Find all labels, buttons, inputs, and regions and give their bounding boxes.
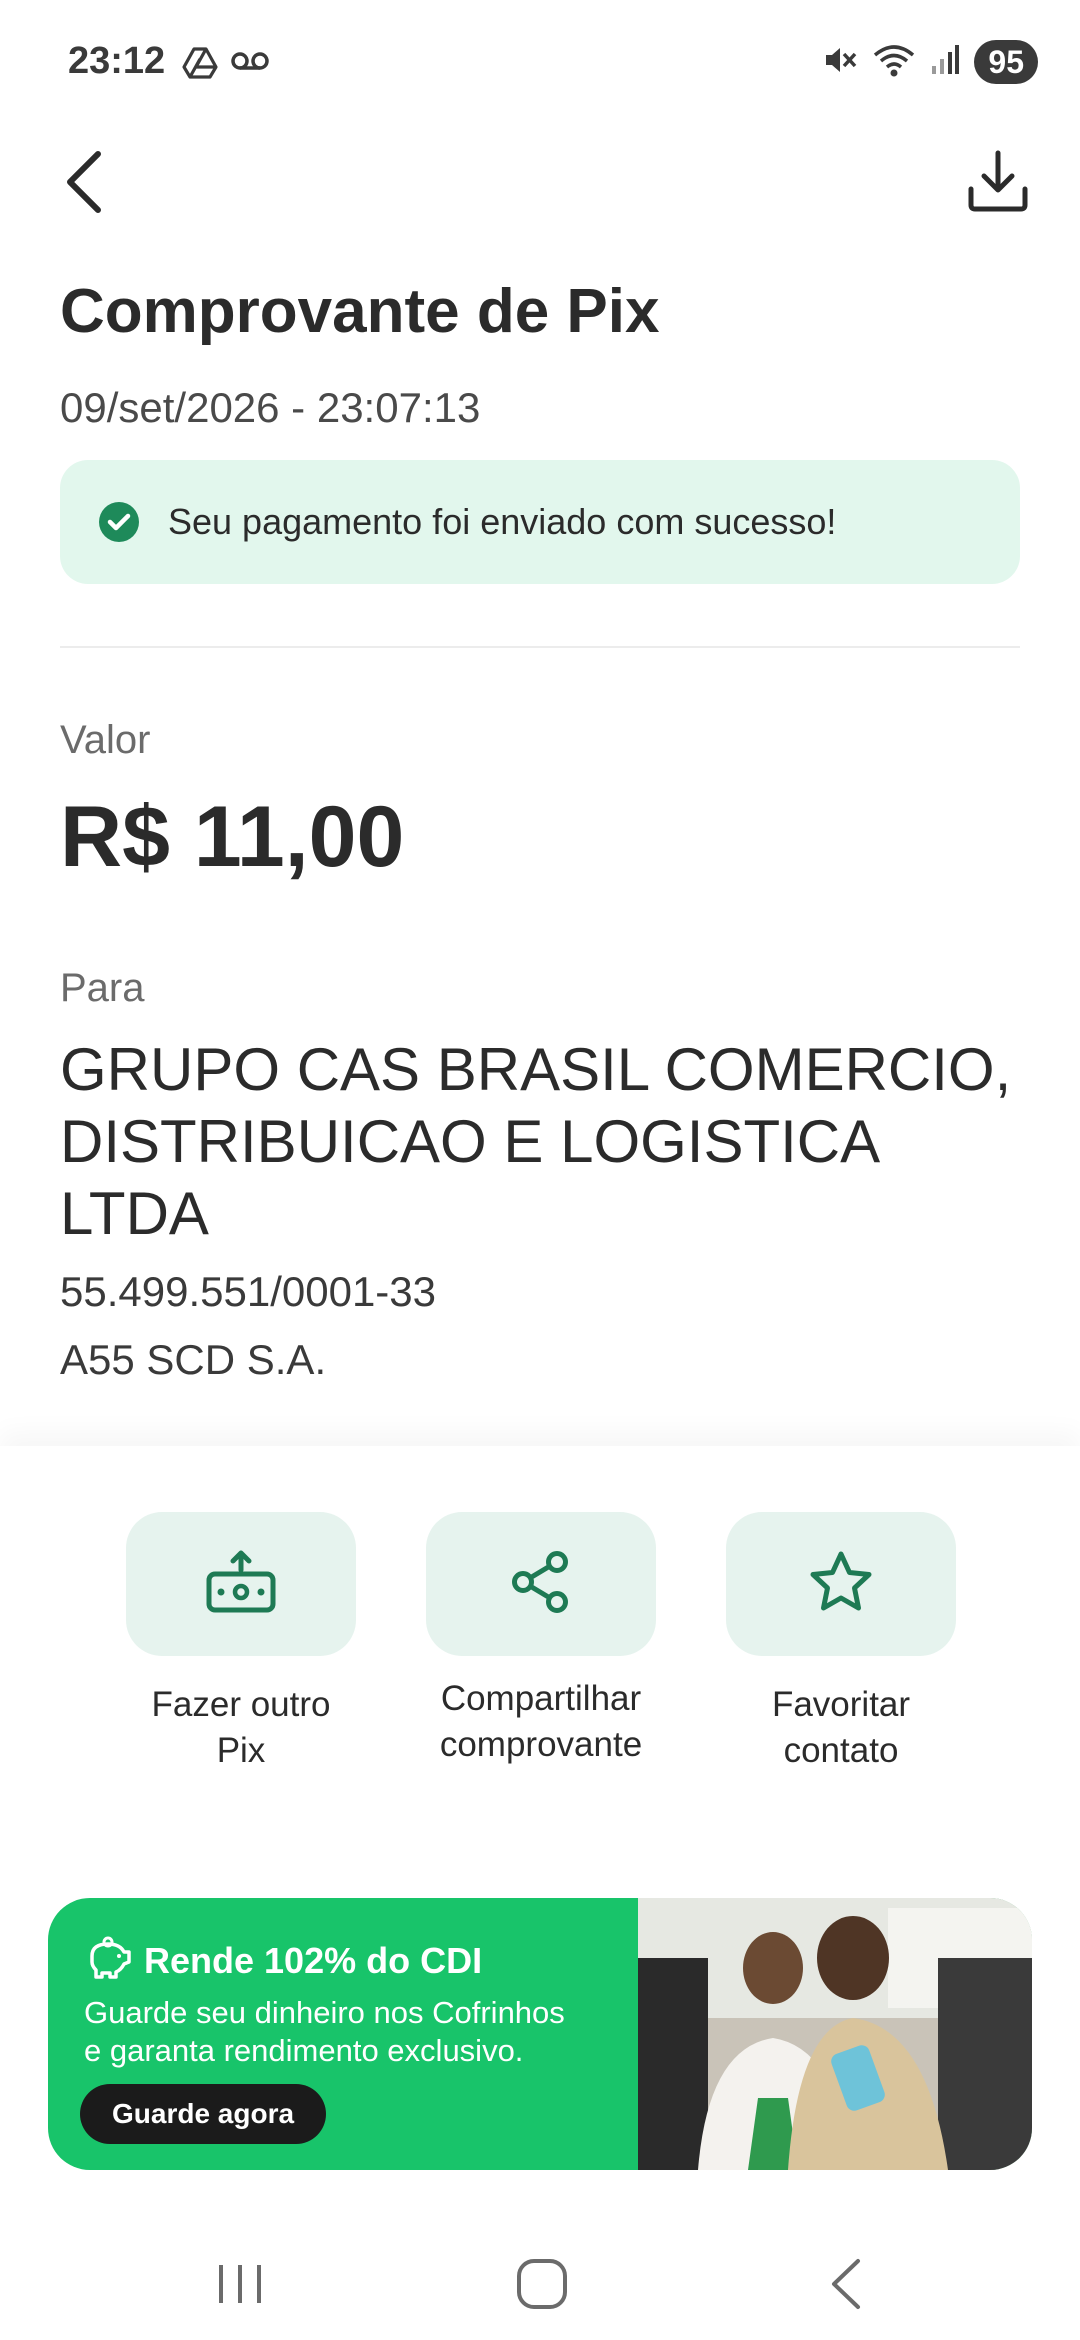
action-share[interactable]: Compartilhar comprovante [426, 1512, 656, 1768]
divider [60, 646, 1020, 648]
voicemail-icon [230, 46, 270, 85]
back-icon [826, 2257, 866, 2316]
battery-indicator: 95 [974, 40, 1038, 84]
promo-banner[interactable]: Rende 102% do CDI Guarde seu dinheiro no… [48, 1898, 1032, 2170]
page-title: Comprovante de Pix [60, 277, 660, 346]
promo-description: Guarde seu dinheiro nos Cofrinhos e gara… [84, 1995, 565, 2068]
promo-photo [638, 1898, 1032, 2170]
status-time: 23:12 [68, 40, 166, 82]
signal-icon [930, 44, 960, 81]
share-icon [509, 1550, 573, 1619]
download-icon [966, 149, 1030, 218]
recipient-document: 55.499.551/0001-33 [60, 1268, 437, 1315]
mute-icon [822, 43, 858, 82]
promo-title: Rende 102% do CDI [144, 1940, 483, 1981]
chevron-left-icon [64, 150, 104, 219]
share-button[interactable] [426, 1512, 656, 1656]
status-bar: 23:12 95 [0, 0, 1080, 126]
action-favorite[interactable]: Favoritar contato [726, 1512, 956, 1774]
status-icons-right: 95 [822, 40, 1038, 84]
amount-value: R$ 11,00 [60, 789, 405, 885]
system-nav-bar [0, 2220, 1080, 2340]
new-pix-label: Fazer outro Pix [151, 1685, 331, 1770]
wifi-icon [872, 43, 916, 82]
back-button[interactable] [52, 148, 116, 220]
amount-label: Valor [60, 718, 151, 762]
recipient-label: Para [60, 966, 145, 1010]
success-banner: Seu pagamento foi enviado com sucesso! [60, 460, 1020, 584]
download-button[interactable] [960, 145, 1036, 221]
promo-cta-button[interactable]: Guarde agora [80, 2084, 327, 2144]
check-circle-icon [98, 501, 140, 543]
status-icons-left [182, 46, 270, 85]
favorite-button[interactable] [726, 1512, 956, 1656]
action-new-pix[interactable]: Fazer outro Pix [126, 1512, 356, 1774]
favorite-label: Favoritar contato [771, 1685, 911, 1770]
recent-apps-button[interactable] [200, 2246, 280, 2326]
star-icon [809, 1550, 873, 1619]
piggy-bank-icon [84, 1936, 132, 1985]
drive-icon [182, 46, 218, 85]
home-button[interactable] [502, 2246, 582, 2326]
transaction-datetime: 09/set/2026 - 23:07:13 [60, 384, 481, 431]
home-icon [515, 2257, 569, 2316]
recipient-institution: A55 SCD S.A. [60, 1336, 327, 1383]
recent-apps-icon [215, 2259, 265, 2314]
system-back-button[interactable] [806, 2246, 886, 2326]
recipient-name: GRUPO CAS BRASIL COMERCIO, DISTRIBUICAO … [60, 1036, 1012, 1247]
share-label: Compartilhar comprovante [439, 1679, 643, 1764]
success-message: Seu pagamento foi enviado com sucesso! [168, 501, 837, 542]
new-pix-button[interactable] [126, 1512, 356, 1656]
send-money-icon [205, 1550, 277, 1619]
